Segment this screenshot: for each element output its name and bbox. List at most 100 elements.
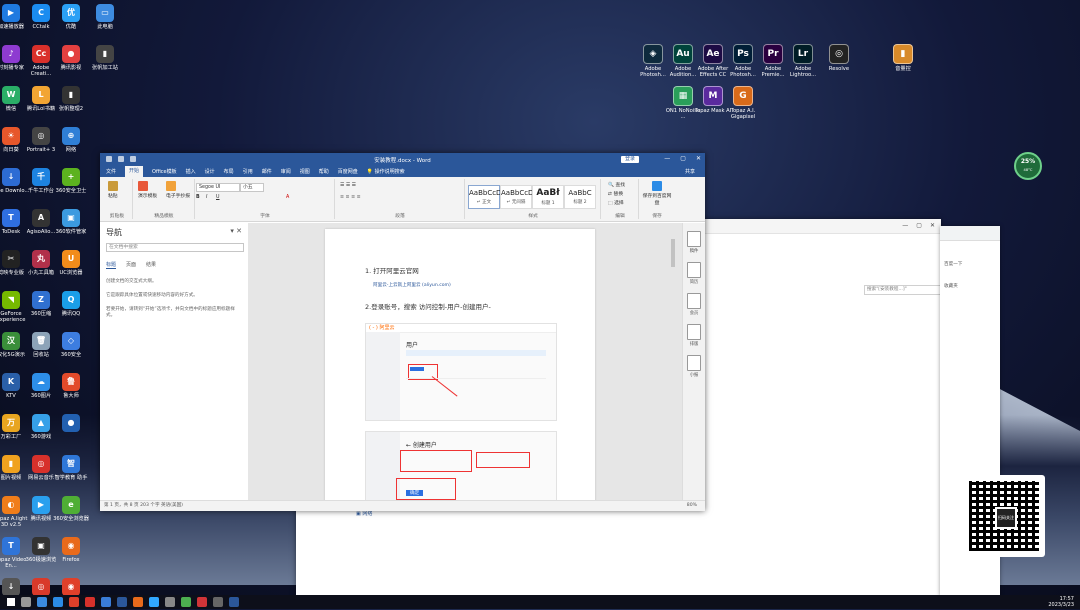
taskbar-app-icon[interactable] — [101, 597, 111, 607]
taskbar-app-icon[interactable] — [165, 597, 175, 607]
desktop-icon[interactable]: 鲁鲁大师 — [52, 373, 90, 399]
desktop-icon[interactable]: ▣ 360软件管家 — [52, 209, 90, 235]
side-tool-item[interactable]: 会员 — [683, 293, 705, 316]
font-name-select[interactable]: Segoe UI — [196, 183, 240, 192]
align-icon[interactable]: ≡ ≡ ≡ ≡ — [340, 195, 361, 200]
paste-button[interactable]: 粘贴 — [108, 181, 118, 199]
style-option[interactable]: AaBbCcDd ↵ 正文 — [468, 185, 506, 209]
close-icon[interactable]: ✕ — [696, 155, 701, 162]
start-icon[interactable] — [7, 598, 15, 606]
style-option[interactable]: AaBbCcDd ↵ 无间隔 — [500, 185, 538, 209]
desktop-icon[interactable]: Lr Adobe Lightroo... — [784, 44, 822, 78]
desktop-icon[interactable]: ◉ Firefox — [52, 537, 90, 563]
system-clock[interactable]: 17:57 2023/3/23 — [1048, 596, 1074, 608]
zoom-level[interactable]: 80% — [687, 501, 697, 511]
bullets-icon[interactable]: ☰ ☰ ☰ — [340, 183, 356, 188]
scrollbar-thumb[interactable] — [671, 239, 675, 267]
taskbar-app-icon[interactable] — [117, 597, 127, 607]
taskbar-app-icon[interactable] — [85, 597, 95, 607]
desktop-icon[interactable]: 智智学教育 助手 — [52, 455, 90, 481]
replace-button[interactable]: ⇄ 替换 — [608, 190, 623, 197]
ribbon-tab[interactable]: 插入 — [186, 168, 196, 175]
vertical-scrollbar[interactable] — [670, 231, 676, 493]
desktop-icon[interactable]: ⊕ 网络 — [52, 127, 90, 153]
desktop-icon[interactable]: ▭ 此电脑 — [86, 4, 124, 30]
style-option[interactable]: AaBł 标题 1 — [532, 185, 564, 209]
save-icon[interactable] — [106, 156, 112, 162]
undo-icon[interactable] — [118, 156, 124, 162]
nav-tab[interactable]: 标题 — [106, 261, 117, 269]
template-b-button[interactable]: 电子手抄报 — [166, 181, 190, 199]
redo-icon[interactable] — [130, 156, 136, 162]
taskbar-app-icon[interactable] — [197, 597, 207, 607]
style-option[interactable]: AaBbC 标题 2 — [564, 185, 596, 209]
browser-tabbar[interactable] — [940, 226, 1000, 241]
find-button[interactable]: 🔍 查找 — [608, 181, 625, 188]
taskbar-app-icon[interactable] — [149, 597, 159, 607]
font-size-select[interactable]: 小五 — [240, 183, 264, 192]
word-titlebar[interactable]: 安装教程.docx - Word 登录 — ▢ ✕ — [100, 153, 705, 166]
desktop-icon[interactable]: U UC浏览器 — [52, 250, 90, 276]
bold-button[interactable]: B — [196, 195, 200, 200]
side-tool-item[interactable]: 小报 — [683, 355, 705, 378]
ribbon-tab[interactable]: 帮助 — [319, 168, 329, 175]
taskbar-app-icon[interactable] — [69, 597, 79, 607]
desktop-icon[interactable]: ▮ 张帆整理2 — [52, 86, 90, 112]
ribbon-tab[interactable]: 审阅 — [281, 168, 291, 175]
side-tool-item[interactable]: 排版 — [683, 324, 705, 347]
taskbar-app-icon[interactable] — [181, 597, 191, 607]
italic-button[interactable]: I — [206, 195, 207, 200]
taskbar-app-icon[interactable] — [213, 597, 223, 607]
ribbon-tab[interactable]: 布局 — [224, 168, 234, 175]
maximize-icon[interactable]: ▢ — [680, 155, 686, 162]
taskbar-app-icon[interactable] — [133, 597, 143, 607]
close-icon[interactable]: ▾ ✕ — [230, 227, 242, 235]
font-color-button[interactable]: A — [286, 195, 289, 200]
ribbon-tab[interactable]: 设计 — [205, 168, 215, 175]
document-area[interactable]: 1. 打开阿里云官网 阿里云-上云就上阿里云 (aliyun.com) 2.登录… — [248, 223, 682, 503]
maximize-icon[interactable]: ▢ — [916, 222, 922, 229]
taskbar-app-icon[interactable] — [21, 597, 31, 607]
template-a-button[interactable]: 演示模板 — [138, 181, 157, 199]
nav-search-input[interactable]: 在文档中搜索 — [106, 243, 244, 252]
share-button[interactable]: 共享 — [685, 168, 695, 175]
desktop-icon[interactable]: Q 腾讯QQ — [52, 291, 90, 317]
close-icon[interactable]: ✕ — [930, 222, 935, 229]
word-window[interactable]: 安装教程.docx - Word 登录 — ▢ ✕ 文件 开始 Office模板 插入 设计… — [100, 153, 705, 511]
minimize-icon[interactable]: — — [902, 222, 908, 229]
browser-toolbar-item[interactable]: 收藏夹 — [944, 283, 994, 289]
login-button[interactable]: 登录 — [620, 156, 639, 163]
sidebar-item-network[interactable]: ▣ 网络 — [356, 510, 372, 517]
taskbar-app-icon[interactable] — [37, 597, 47, 607]
underline-button[interactable]: U — [216, 195, 220, 200]
document-page[interactable]: 1. 打开阿里云官网 阿里云-上云就上阿里云 (aliyun.com) 2.登录… — [325, 229, 595, 503]
desktop-icon[interactable]: +360安全卫士 — [52, 168, 90, 194]
taskbar-app-icon[interactable] — [229, 597, 239, 607]
hyperlink[interactable]: 阿里云-上云就上阿里云 (aliyun.com) — [373, 282, 451, 288]
save-baidu-button[interactable]: 保存到百度网盘 — [642, 181, 672, 206]
minimize-icon[interactable]: — — [664, 155, 670, 162]
desktop-icon[interactable]: ▮ 音量控 — [884, 44, 922, 72]
select-button[interactable]: ⬚ 选择 — [608, 199, 624, 206]
nav-tab[interactable]: 结果 — [146, 261, 156, 269]
ribbon-tab[interactable]: 百度网盘 — [338, 168, 358, 175]
desktop-icon[interactable]: ● 腾讯影视 — [52, 45, 90, 71]
desktop-icon[interactable]: ◇ 360安全 — [52, 332, 90, 358]
ribbon-tab[interactable]: 💡 操作说明搜索 — [367, 168, 405, 175]
ribbon-tab[interactable]: 引用 — [243, 168, 253, 175]
explorer-search-input[interactable]: 搜索"[安装教程...]" — [864, 285, 941, 295]
ribbon-tab[interactable]: Office模板 — [152, 168, 177, 175]
desktop-icon[interactable]: ▮ 张帆加工站 — [86, 45, 124, 71]
confirm-button[interactable]: 确定 — [406, 490, 424, 496]
side-tool-item[interactable]: 简历 — [683, 262, 705, 285]
ribbon-tab[interactable]: 视图 — [300, 168, 310, 175]
ribbon-tab[interactable]: 开始 — [125, 166, 144, 177]
ribbon-tab[interactable]: 文件 — [106, 168, 116, 175]
desktop-icon[interactable]: 优优酷 — [52, 4, 90, 30]
desktop-icon[interactable]: e 360安全浏览器 — [52, 496, 90, 522]
nav-tab[interactable]: 页面 — [126, 261, 136, 269]
side-tool-item[interactable]: 稿件 — [683, 231, 705, 254]
browser-toolbar-item[interactable]: 百度一下 — [944, 261, 994, 267]
weather-widget[interactable]: 25% 48°C — [1014, 152, 1042, 180]
ribbon-tab[interactable]: 邮件 — [262, 168, 272, 175]
